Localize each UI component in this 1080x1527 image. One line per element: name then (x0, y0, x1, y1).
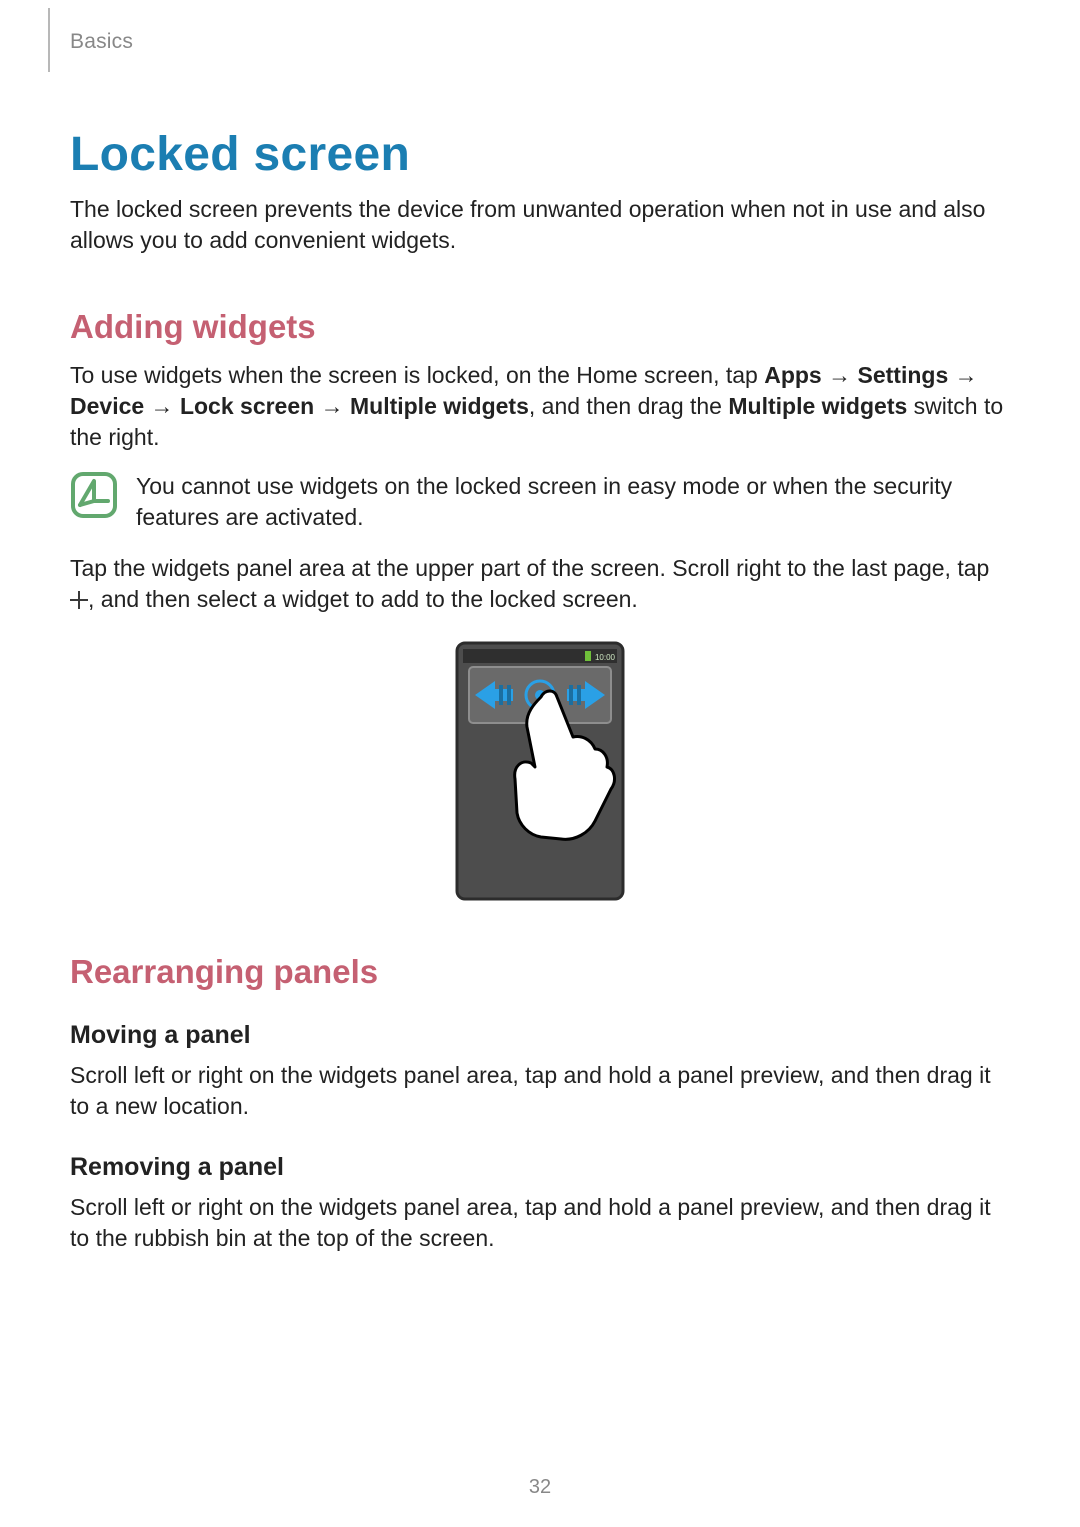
adding-widgets-steps: To use widgets when the screen is locked… (70, 360, 1010, 453)
plus-icon (70, 591, 88, 609)
arrow-icon: → (144, 393, 180, 419)
text-fragment: Tap the widgets panel area at the upper … (70, 555, 989, 581)
breadcrumb-separator (48, 8, 50, 72)
page-number: 32 (0, 1476, 1080, 1499)
figure-status-time: 10:00 (595, 653, 616, 662)
ui-path-settings: Settings (858, 362, 949, 388)
note-callout: You cannot use widgets on the locked scr… (70, 471, 1010, 533)
ui-path-apps: Apps (764, 362, 822, 388)
note-text: You cannot use widgets on the locked scr… (136, 471, 1010, 533)
breadcrumb-wrap: Basics (70, 30, 1010, 72)
arrow-icon: → (314, 393, 350, 419)
ui-label-multiple-widgets: Multiple widgets (728, 393, 907, 419)
section-rearranging-panels: Rearranging panels (70, 953, 1010, 991)
section-adding-widgets: Adding widgets (70, 308, 1010, 346)
breadcrumb: Basics (70, 30, 133, 53)
page-title: Locked screen (70, 127, 1010, 182)
intro-paragraph: The locked screen prevents the device fr… (70, 194, 1010, 256)
ui-path-device: Device (70, 393, 144, 419)
figure-locked-screen-swipe: 10:00 (70, 641, 1010, 901)
subsection-moving-panel: Moving a panel (70, 1021, 1010, 1050)
text-fragment: , and then select a widget to add to the… (88, 586, 638, 612)
manual-page: Basics Locked screen The locked screen p… (0, 0, 1080, 1527)
arrow-icon: → (948, 362, 977, 388)
ui-path-multiple-widgets: Multiple widgets (350, 393, 529, 419)
removing-panel-text: Scroll left or right on the widgets pane… (70, 1192, 1010, 1254)
ui-path-lock-screen: Lock screen (180, 393, 314, 419)
subsection-removing-panel: Removing a panel (70, 1153, 1010, 1182)
adding-widgets-tap: Tap the widgets panel area at the upper … (70, 553, 1010, 615)
moving-panel-text: Scroll left or right on the widgets pane… (70, 1060, 1010, 1122)
text-fragment: , and then drag the (529, 393, 729, 419)
note-icon (70, 471, 118, 519)
arrow-icon: → (822, 362, 858, 388)
text-fragment: To use widgets when the screen is locked… (70, 362, 764, 388)
